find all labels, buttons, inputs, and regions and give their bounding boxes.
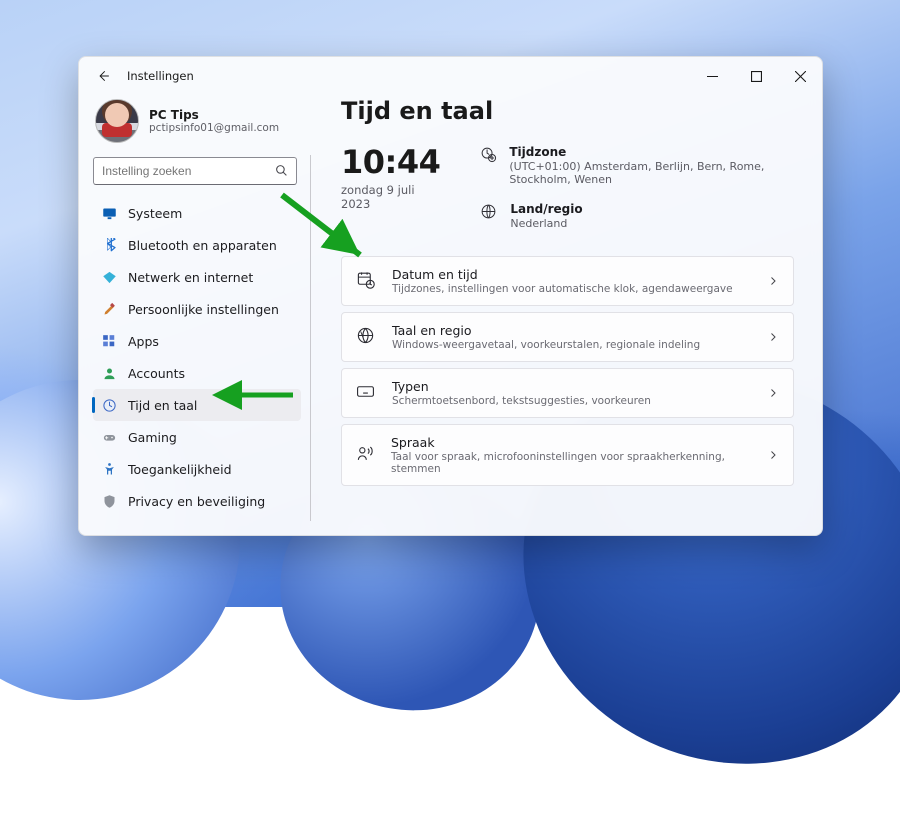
search-box[interactable] [93,157,297,185]
card-typen[interactable]: Typen Schermtoetsenbord, tekstsuggesties… [341,368,794,418]
card-spraak[interactable]: Spraak Taal voor spraak, microfooninstel… [341,424,794,486]
info-label: Land/regio [510,202,582,216]
game-icon [101,429,117,445]
nav-list: Systeem ᛒ Bluetooth en apparaten Netwerk… [93,197,311,517]
sidebar-item-toegankelijkheid[interactable]: Toegankelijkheid [93,453,301,485]
current-time: 10:44 [341,143,440,181]
wifi-icon [101,269,117,285]
settings-window: Instellingen PC Tips pctipsinfo01@gmail.… [78,56,823,536]
close-button[interactable] [778,59,822,93]
info-region: Land/regio Nederland [480,202,794,230]
sidebar-item-label: Systeem [128,206,182,221]
maximize-button[interactable] [734,59,778,93]
shield-icon [101,493,117,509]
main-panel: Tijd en taal 10:44 zondag 9 juli 2023 Ti… [311,95,822,535]
page-title: Tijd en taal [341,97,794,125]
card-desc: Tijdzones, instellingen voor automatisch… [392,283,733,295]
sidebar-item-label: Toegankelijkheid [128,462,232,477]
search-input[interactable] [102,164,267,178]
keyboard-icon [356,382,376,405]
chevron-right-icon [767,446,779,465]
calendar-clock-icon [356,270,376,293]
chevron-right-icon [767,272,779,291]
card-desc: Windows-weergavetaal, voorkeurstalen, re… [392,339,700,351]
profile-block[interactable]: PC Tips pctipsinfo01@gmail.com [93,97,311,155]
info-row: 10:44 zondag 9 juli 2023 Tijdzone (UTC+0… [341,143,794,230]
avatar [95,99,139,143]
accessibility-icon [101,461,117,477]
sidebar-item-label: Tijd en taal [128,398,197,413]
sidebar-item-gaming[interactable]: Gaming [93,421,301,453]
globe-icon [480,203,498,221]
info-value: (UTC+01:00) Amsterdam, Berlijn, Bern, Ro… [509,160,794,186]
sidebar-item-label: Persoonlijke instellingen [128,302,279,317]
language-icon [356,326,376,349]
card-desc: Schermtoetsenbord, tekstsuggesties, voor… [392,395,651,407]
sidebar-item-apps[interactable]: Apps [93,325,301,357]
profile-name: PC Tips [149,108,279,122]
titlebar: Instellingen [79,57,822,95]
sidebar-item-label: Accounts [128,366,185,381]
sidebar-item-label: Netwerk en internet [128,270,253,285]
person-icon [101,365,117,381]
timezone-icon [480,146,497,164]
profile-email: pctipsinfo01@gmail.com [149,122,279,134]
sidebar-item-label: Apps [128,334,159,349]
apps-icon [101,333,117,349]
chevron-right-icon [767,384,779,403]
info-timezone: Tijdzone (UTC+01:00) Amsterdam, Berlijn,… [480,145,794,186]
search-icon [275,162,288,181]
card-taal-en-regio[interactable]: Taal en regio Windows-weergavetaal, voor… [341,312,794,362]
window-title: Instellingen [127,69,194,83]
card-datum-en-tijd[interactable]: Datum en tijd Tijdzones, instellingen vo… [341,256,794,306]
card-title: Typen [392,379,651,394]
sidebar: PC Tips pctipsinfo01@gmail.com Systeem ᛒ… [79,95,311,535]
sidebar-item-privacy[interactable]: Privacy en beveiliging [93,485,301,517]
speech-icon [356,444,375,467]
brush-icon [101,301,117,317]
info-value: Nederland [510,217,582,230]
settings-cards: Datum en tijd Tijdzones, instellingen vo… [341,256,794,486]
sidebar-item-label: Gaming [128,430,177,445]
sidebar-item-persoonlijk[interactable]: Persoonlijke instellingen [93,293,301,325]
minimize-button[interactable] [690,59,734,93]
chevron-right-icon [767,328,779,347]
sidebar-item-label: Privacy en beveiliging [128,494,265,509]
clock-globe-icon [101,397,117,413]
sidebar-item-tijd-en-taal[interactable]: Tijd en taal [93,389,301,421]
card-title: Datum en tijd [392,267,733,282]
card-title: Spraak [391,435,751,450]
sidebar-item-label: Bluetooth en apparaten [128,238,277,253]
card-desc: Taal voor spraak, microfooninstellingen … [391,451,751,475]
back-button[interactable] [89,62,117,90]
sidebar-item-netwerk[interactable]: Netwerk en internet [93,261,301,293]
current-date: zondag 9 juli 2023 [341,183,440,211]
display-icon [101,205,117,221]
sidebar-item-bluetooth[interactable]: ᛒ Bluetooth en apparaten [93,229,301,261]
info-label: Tijdzone [509,145,794,159]
bluetooth-icon: ᛒ [101,237,117,253]
sidebar-item-systeem[interactable]: Systeem [93,197,301,229]
card-title: Taal en regio [392,323,700,338]
sidebar-item-accounts[interactable]: Accounts [93,357,301,389]
